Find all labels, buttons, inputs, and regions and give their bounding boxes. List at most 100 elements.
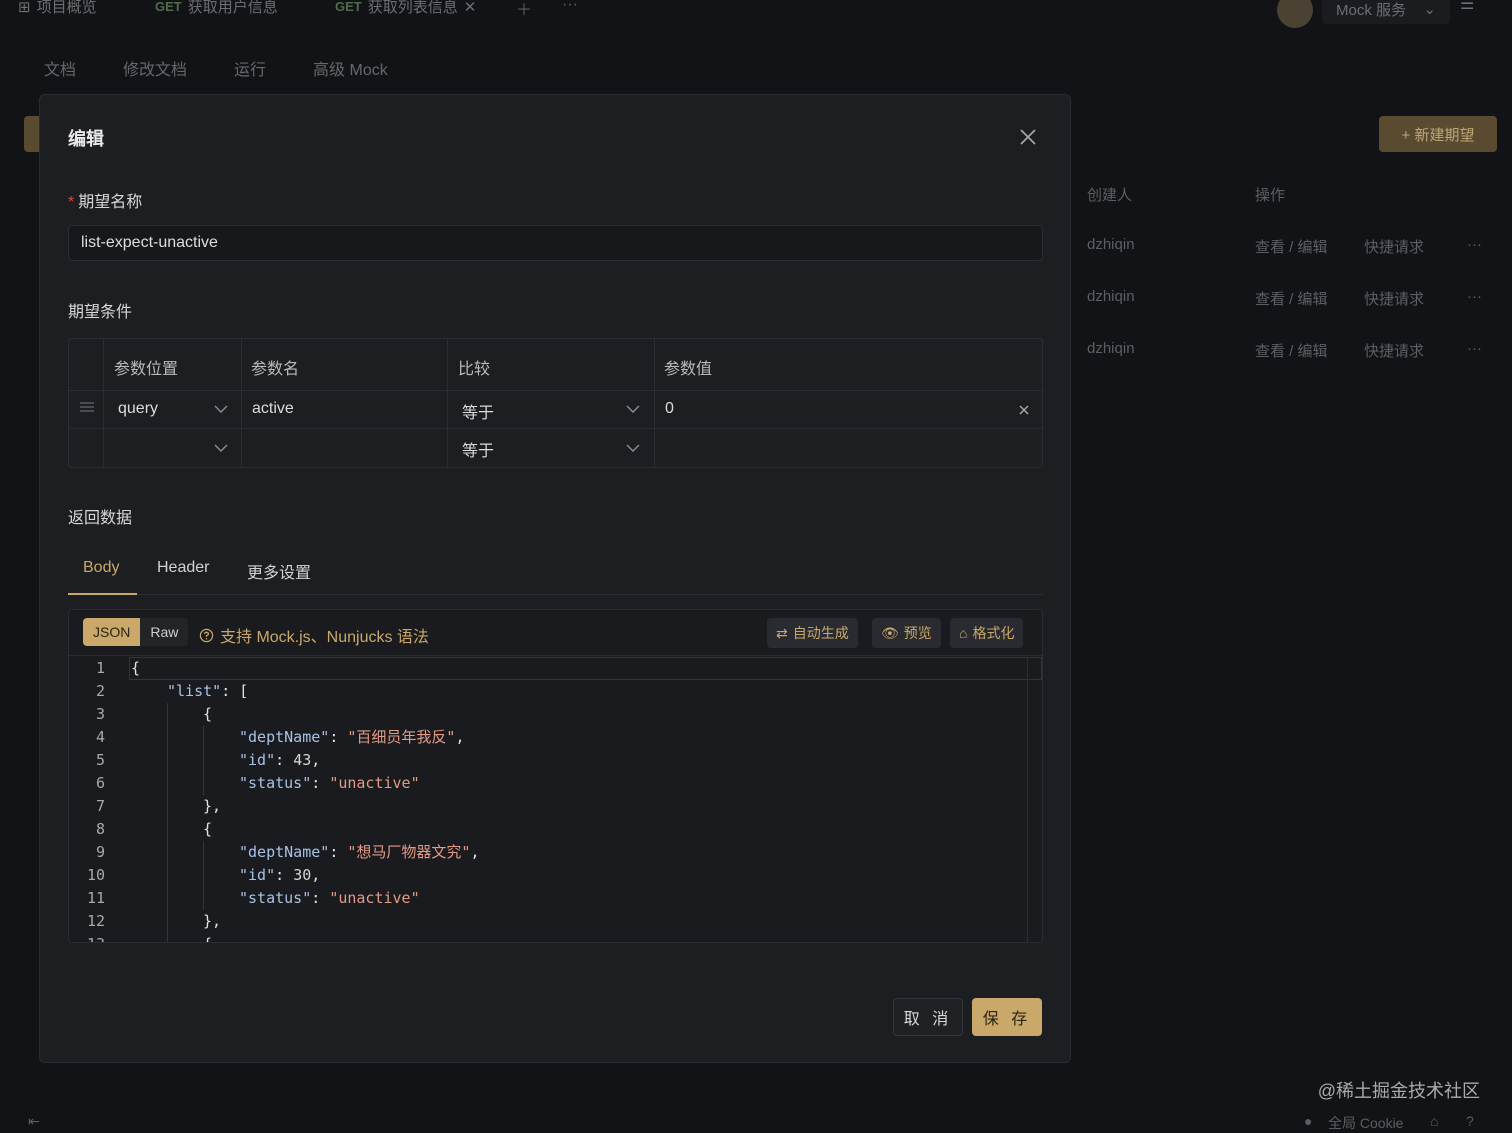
conditions-table: 参数位置 参数名 比较 参数值 query active 等于 0 等于 <box>68 338 1043 468</box>
close-tab-icon[interactable]: ✕ <box>464 0 477 16</box>
code-line: 3{ <box>69 703 1042 726</box>
brush-icon: ⌂ <box>959 625 968 641</box>
response-body-editor: JSON Raw 支持 Mock.js、Nunjucks 语法 ⇄ 自动生成 👁… <box>68 609 1043 943</box>
mock-service-select[interactable]: Mock 服务 ⌄ <box>1322 0 1450 24</box>
line-number: 2 <box>95 682 105 700</box>
code-token: { <box>203 820 213 838</box>
sidebar-toggle-icon[interactable]: ⇤ <box>28 1113 40 1130</box>
code-token: , <box>311 866 321 884</box>
subtab-run[interactable]: 运行 <box>234 56 266 80</box>
preview-button[interactable]: 👁 预览 <box>872 618 941 648</box>
eye-icon: 👁 <box>881 624 899 641</box>
creator-cell: dzhiqin <box>1087 288 1135 305</box>
subtab-advanced-mock[interactable]: 高级 Mock <box>313 56 388 80</box>
watermark: @稀土掘金技术社区 <box>1317 1081 1480 1101</box>
tab-get-list-info[interactable]: GET 获取列表信息 ✕ <box>335 0 476 17</box>
code-text: { <box>131 657 140 680</box>
help-icon[interactable]: ? <box>1466 1113 1474 1129</box>
code-token: "deptName" <box>239 843 330 861</box>
dialog-title: 编辑 <box>68 129 104 149</box>
drag-handle-icon[interactable] <box>79 401 95 413</box>
avatar[interactable] <box>1277 0 1313 28</box>
more-tabs-icon[interactable]: ··· <box>562 0 578 14</box>
format-button[interactable]: ⌂ 格式化 <box>950 618 1024 648</box>
code-token: }, <box>203 912 222 930</box>
chevron-down-icon[interactable] <box>626 404 640 414</box>
shirt-icon[interactable]: ⌂ <box>1430 1113 1438 1129</box>
tab-project-overview[interactable]: ⊞ 项目概览 <box>18 0 97 17</box>
menu-icon[interactable]: ☰ <box>1460 0 1480 14</box>
code-token: "status" <box>239 889 312 907</box>
indent-guide <box>203 772 204 795</box>
header-param-value: 参数值 <box>664 361 713 378</box>
code-token: : <box>329 728 348 746</box>
chevron-down-icon[interactable] <box>626 443 640 453</box>
view-edit-link[interactable]: 查看 / 编辑 <box>1255 288 1328 309</box>
expect-name-input[interactable] <box>68 225 1043 261</box>
creator-cell: dzhiqin <box>1087 236 1135 253</box>
subtab-doc[interactable]: 文档 <box>44 56 76 80</box>
chevron-down-icon[interactable] <box>214 404 228 414</box>
indent-guide <box>167 818 168 841</box>
code-line: 12}, <box>69 910 1042 933</box>
code-token: , <box>311 751 321 769</box>
column-divider <box>447 339 448 467</box>
json-format-button[interactable]: JSON <box>83 618 141 646</box>
compare-select[interactable]: 等于 <box>462 437 494 461</box>
code-line: 9 "deptName": "想马厂物器文究", <box>69 841 1042 864</box>
code-token: "unactive" <box>329 889 420 907</box>
subtab-edit-doc[interactable]: 修改文档 <box>123 56 187 80</box>
quick-request-link[interactable]: 快捷请求 <box>1364 288 1424 309</box>
tab-more-settings[interactable]: 更多设置 <box>247 559 311 583</box>
row-divider <box>69 428 1042 429</box>
syntax-support-link[interactable]: 支持 Mock.js、Nunjucks 语法 <box>199 623 429 647</box>
view-edit-link[interactable]: 查看 / 编辑 <box>1255 340 1328 361</box>
indent-guide <box>167 910 168 933</box>
tab-label: 获取列表信息 <box>367 0 458 16</box>
code-token: "list" <box>167 682 222 700</box>
code-area[interactable]: 1{2 "list": [3{4 "deptName": "百细员年我反", 5 "id… <box>69 657 1042 942</box>
remove-row-icon[interactable] <box>1018 404 1030 416</box>
close-icon[interactable] <box>1018 127 1038 147</box>
new-expect-button[interactable]: + 新建期望 <box>1379 116 1497 152</box>
auto-generate-label: 自动生成 <box>792 625 849 641</box>
refresh-icon: ⇄ <box>776 624 788 641</box>
view-edit-link[interactable]: 查看 / 编辑 <box>1255 236 1328 257</box>
tab-get-user-info[interactable]: GET 获取用户信息 <box>155 0 278 17</box>
code-text: }, <box>203 910 221 933</box>
compare-select[interactable]: 等于 <box>462 399 494 423</box>
tab-header[interactable]: Header <box>157 559 209 577</box>
line-number: 12 <box>86 912 105 930</box>
raw-format-button[interactable]: Raw <box>140 618 189 646</box>
code-text: "id": 30, <box>239 864 320 887</box>
indent-guide <box>203 749 204 772</box>
code-line: 13 { <box>69 933 1042 942</box>
code-line: 11 "status": "unactive" <box>69 887 1042 910</box>
cancel-button[interactable]: 取 消 <box>893 998 963 1036</box>
more-icon[interactable]: ··· <box>1467 236 1482 253</box>
quick-request-link[interactable]: 快捷请求 <box>1364 236 1424 257</box>
quick-request-link[interactable]: 快捷请求 <box>1364 340 1424 361</box>
param-name-input[interactable]: active <box>252 400 294 418</box>
code-token: : <box>311 774 330 792</box>
editor-toolbar: JSON Raw 支持 Mock.js、Nunjucks 语法 ⇄ 自动生成 👁… <box>69 610 1042 656</box>
chevron-down-icon: ⌄ <box>1423 1 1436 18</box>
tab-body[interactable]: Body <box>83 559 119 577</box>
creator-cell: dzhiqin <box>1087 340 1135 357</box>
more-icon[interactable]: ··· <box>1467 340 1482 357</box>
line-number: 1 <box>95 659 105 677</box>
save-button[interactable]: 保 存 <box>972 998 1042 1036</box>
code-text: { <box>203 703 212 726</box>
auto-generate-button[interactable]: ⇄ 自动生成 <box>767 618 858 648</box>
code-line: 5 "id": 43, <box>69 749 1042 772</box>
param-value-input[interactable]: 0 <box>665 400 674 418</box>
add-tab-icon[interactable]: ＋ <box>516 0 532 20</box>
table-row: dzhiqin 查看 / 编辑 快捷请求 ··· <box>1087 236 1507 256</box>
chevron-down-icon[interactable] <box>214 443 228 453</box>
indent-guide <box>203 726 204 749</box>
expect-name-label: * 期望名称 <box>68 188 142 212</box>
global-cookie-button[interactable]: 全局 Cookie <box>1328 1113 1403 1133</box>
param-position-select[interactable]: query <box>118 400 158 418</box>
column-divider <box>654 339 655 467</box>
more-icon[interactable]: ··· <box>1467 288 1482 305</box>
